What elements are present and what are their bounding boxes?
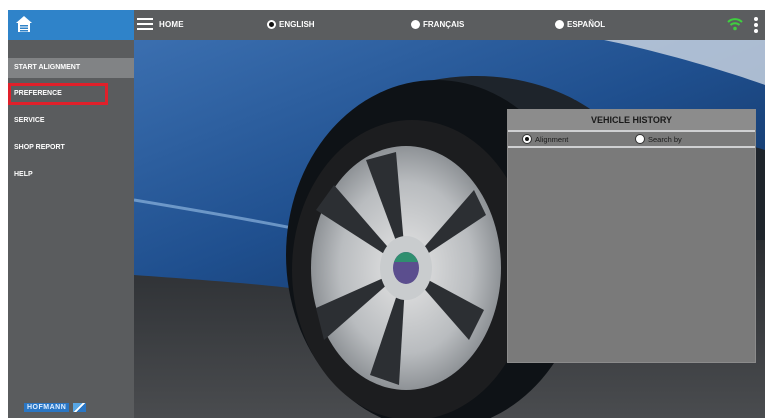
radio-icon [555,20,564,29]
app-window: HOME ENGLISH FRANÇAIS ESPAÑOL START ALIG… [8,10,765,418]
radio-icon [411,20,420,29]
radio-icon [267,20,276,29]
sidebar: START ALIGNMENT PREFERENCE SERVICE SHOP … [8,40,134,418]
radio-icon [635,134,645,144]
brand-name: HOFMANN [24,403,70,412]
brand-logo: HOFMANN [24,403,87,412]
vehicle-history-panel: VEHICLE HISTORY Alignment Search by [507,109,756,363]
top-bar: HOME ENGLISH FRANÇAIS ESPAÑOL [8,10,765,40]
divider [508,146,755,148]
sidebar-item-help[interactable]: HELP [8,165,134,185]
app-logo[interactable] [8,10,134,40]
sidebar-item-service[interactable]: SERVICE [8,111,134,131]
radio-icon [522,134,532,144]
sidebar-item-preference[interactable]: PREFERENCE [8,84,134,104]
history-option-alignment[interactable]: Alignment [522,134,568,144]
home-label: HOME [159,19,184,29]
home-menu-button[interactable]: HOME [137,18,184,30]
brand-mark-icon [73,403,87,412]
sidebar-item-start-alignment[interactable]: START ALIGNMENT [8,58,134,78]
sidebar-item-shop-report[interactable]: SHOP REPORT [8,138,134,158]
vehicle-history-title: VEHICLE HISTORY [508,110,755,130]
history-option-search-by[interactable]: Search by [635,134,682,144]
hamburger-icon [137,18,153,30]
history-filter-options: Alignment Search by [508,132,755,146]
more-vert-icon[interactable] [754,17,758,33]
language-francais[interactable]: FRANÇAIS [411,20,464,29]
wifi-icon[interactable] [727,17,743,31]
app-home-icon [16,16,32,32]
language-espanol[interactable]: ESPAÑOL [555,20,605,29]
language-english[interactable]: ENGLISH [267,20,315,29]
